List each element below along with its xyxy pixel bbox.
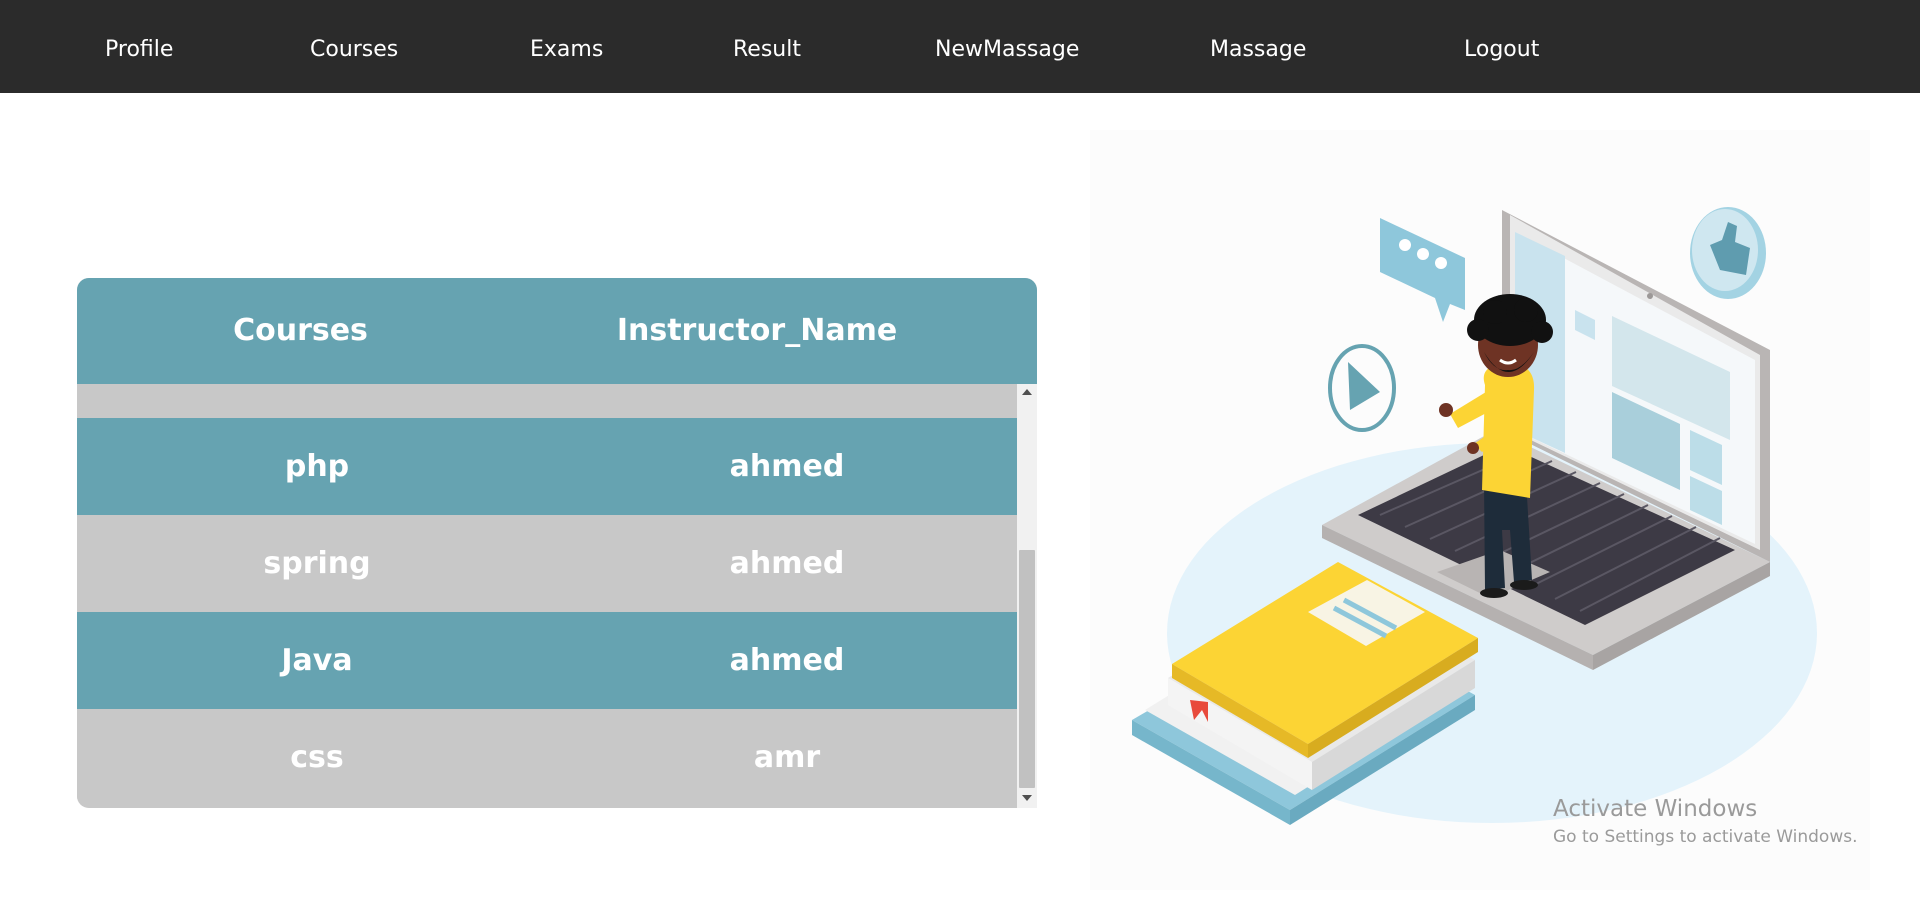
cell-instructor: ahmed — [729, 449, 845, 484]
nav-courses[interactable]: Courses — [310, 0, 398, 93]
e-learning-illustration — [1090, 130, 1870, 890]
nav-logout[interactable]: Logout — [1464, 0, 1539, 93]
cell-course: php — [284, 449, 350, 484]
cell-instructor: ahmed — [729, 546, 845, 581]
table-header: Courses Instructor_Name — [77, 278, 1037, 384]
nav-new-message[interactable]: NewMassage — [935, 0, 1079, 93]
activate-windows-watermark: Activate Windows Go to Settings to activ… — [1553, 795, 1858, 849]
scrollbar-thumb[interactable] — [1019, 550, 1035, 788]
header-instructor-name: Instructor_Name — [616, 313, 898, 348]
nav-result[interactable]: Result — [733, 0, 801, 93]
cell-instructor: amr — [753, 740, 821, 775]
table-scrollbar[interactable] — [1017, 384, 1037, 808]
nav-profile[interactable]: Profile — [105, 0, 173, 93]
thumbs-up-icon — [1690, 207, 1766, 299]
cell-instructor: ahmed — [729, 643, 845, 678]
nav-message[interactable]: Massage — [1210, 0, 1306, 93]
top-navbar: Profile Courses Exams Result NewMassage … — [0, 0, 1920, 93]
table-row-partial: · — [77, 384, 1017, 418]
table-row: spring ahmed — [77, 515, 1017, 612]
cell-course: Java — [281, 643, 353, 678]
table-row: css amr — [77, 709, 1017, 806]
table-body[interactable]: · php ahmed spring ahmed Java ahmed css … — [77, 384, 1017, 808]
cell-course-partial: · — [77, 384, 557, 418]
scroll-up-arrow-icon[interactable] — [1017, 384, 1037, 402]
watermark-title: Activate Windows — [1553, 796, 1758, 822]
watermark-subtitle: Go to Settings to activate Windows. — [1553, 827, 1858, 847]
scroll-down-arrow-icon[interactable] — [1017, 790, 1037, 808]
table-row: php ahmed — [77, 418, 1017, 515]
table-row: Java ahmed — [77, 612, 1017, 709]
nav-exams[interactable]: Exams — [530, 0, 603, 93]
cell-course: css — [290, 740, 344, 775]
cell-course: spring — [263, 546, 371, 581]
courses-table: Courses Instructor_Name · php ahmed spri… — [77, 278, 1037, 808]
header-courses: Courses — [233, 313, 368, 348]
